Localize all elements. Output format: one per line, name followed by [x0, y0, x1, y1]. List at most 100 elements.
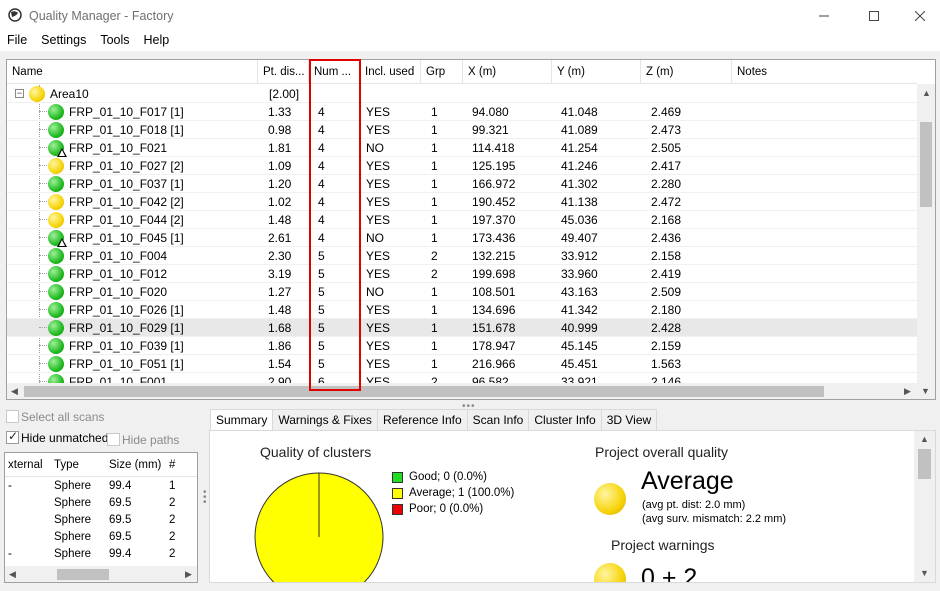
vertical-scrollbar[interactable]: ▲ ▼	[914, 431, 935, 582]
collapse-toggle[interactable]: −	[15, 89, 24, 98]
legend-average-swatch	[392, 488, 403, 499]
window-title: Quality Manager - Factory	[29, 9, 174, 23]
table-row[interactable]: FRP_01_10_F004 2.30 5 YES 2 132.215 33.912 2.15…	[7, 247, 917, 265]
target-ext-cell: -	[8, 548, 12, 560]
table-row[interactable]: FRP_01_10_F044 [2] 1.48 4 YES 1 197.370 45.036…	[7, 211, 917, 229]
table-row[interactable]: FRP_01_10_F026 [1] 1.48 5 YES 1 134.696 41.342…	[7, 301, 917, 319]
table-row[interactable]: FRP_01_10_F012 3.19 5 YES 2 199.698 33.960 2.41…	[7, 265, 917, 283]
table-body: − Area10 [2.00] FRP_01_10_F017 [1] 1.33 4 Y…	[7, 85, 917, 385]
table-row[interactable]: FRP_01_10_F017 [1] 1.33 4 YES 1 94.080 41.048 2…	[7, 103, 917, 121]
column-header-pt-dist[interactable]: Pt. dis...	[258, 60, 309, 84]
table-row[interactable]: FRP_01_10_F018 [1] 0.98 4 YES 1 99.321 41.089 2…	[7, 121, 917, 139]
column-header-type[interactable]: Type	[54, 459, 79, 471]
x-value: 190.452	[472, 195, 516, 209]
scan-name: FRP_01_10_F026 [1]	[69, 303, 184, 317]
incl-used-value: YES	[366, 321, 391, 335]
table-row[interactable]: FRP_01_10_F037 [1] 1.20 4 YES 1 166.972 41.302…	[7, 175, 917, 193]
column-header-grp[interactable]: Grp	[421, 60, 463, 84]
y-value: 41.138	[561, 195, 598, 209]
scan-name: FRP_01_10_F012	[69, 267, 168, 281]
z-value: 2.469	[651, 105, 682, 119]
scroll-left-icon[interactable]: ◀	[9, 569, 16, 580]
column-header-count[interactable]: #	[169, 459, 175, 471]
column-header-y[interactable]: Y (m)	[552, 60, 641, 84]
tab-cluster-info[interactable]: Cluster Info	[528, 409, 602, 430]
overall-quality-value: Average	[641, 467, 734, 495]
x-value: 134.696	[472, 303, 516, 317]
column-header-external[interactable]: xternal	[8, 459, 43, 471]
tab-warnings-fixes[interactable]: Warnings & Fixes	[272, 409, 378, 430]
menu-settings[interactable]: Settings	[34, 31, 93, 51]
grp-value: 2	[431, 249, 438, 263]
scroll-up-icon[interactable]: ▲	[920, 434, 929, 444]
table-row[interactable]: FRP_01_10_F042 [2] 1.02 4 YES 1 190.452 41.138…	[7, 193, 917, 211]
x-value: 199.698	[472, 267, 516, 281]
incl-used-value: YES	[366, 105, 391, 119]
legend-good-swatch	[392, 472, 403, 483]
clusters-pie-chart	[254, 472, 384, 582]
status-yellow-icon	[48, 194, 64, 210]
tab-scan-info[interactable]: Scan Info	[466, 409, 530, 430]
column-header-notes[interactable]: Notes	[732, 60, 917, 84]
tab-3d-view[interactable]: 3D View	[600, 409, 658, 430]
scroll-thumb[interactable]	[57, 569, 109, 580]
z-value: 2.472	[651, 195, 682, 209]
horizontal-scrollbar[interactable]: ◀ ▶	[5, 566, 197, 582]
table-row[interactable]: FRP_01_10_F029 [1] 1.68 5 YES 1 151.678 40.999…	[7, 319, 917, 337]
incl-used-value: NO	[366, 285, 384, 299]
target-n-cell: 1	[169, 480, 176, 492]
table-row[interactable]: FRP_01_10_F027 [2] 1.09 4 YES 1 125.195 41.246…	[7, 157, 917, 175]
status-green-icon	[48, 104, 64, 120]
scroll-up-icon[interactable]: ▲	[922, 88, 931, 98]
target-size-cell: 69.5	[109, 497, 132, 509]
table-row[interactable]: FRP_01_10_F051 [1] 1.54 5 YES 1 216.966 45.451…	[7, 355, 917, 373]
scroll-down-icon[interactable]: ▼	[920, 568, 929, 578]
scan-name: FRP_01_10_F018 [1]	[69, 123, 184, 137]
avg-pt-dist: (avg pt. dist: 2.0 mm)	[642, 499, 746, 511]
column-header-name[interactable]: Name	[7, 60, 258, 84]
scroll-left-icon[interactable]: ◀	[11, 386, 18, 397]
maximize-button[interactable]	[851, 0, 897, 31]
column-header-x[interactable]: X (m)	[463, 60, 552, 84]
horizontal-scrollbar[interactable]: ◀ ▶ ▼	[7, 383, 935, 399]
menu-file[interactable]: File	[0, 31, 34, 51]
table-row[interactable]: FRP_01_10_F020 1.27 5 NO 1 108.501 43.163 2.509	[7, 283, 917, 301]
group-row-area10[interactable]: − Area10 [2.00]	[7, 85, 917, 103]
tab-reference-info[interactable]: Reference Info	[376, 409, 468, 430]
scroll-thumb[interactable]	[24, 386, 824, 397]
z-value: 2.428	[651, 321, 682, 335]
scroll-thumb[interactable]	[918, 449, 931, 479]
menu-help[interactable]: Help	[137, 31, 177, 51]
menu-tools[interactable]: Tools	[93, 31, 136, 51]
scan-name: FRP_01_10_F045 [1]	[69, 231, 184, 245]
pt-dist-value: 0.98	[268, 123, 292, 137]
hide-paths-checkbox[interactable]	[107, 433, 120, 446]
target-type-cell: Sphere	[54, 480, 92, 492]
column-header-size[interactable]: Size (mm)	[109, 459, 161, 471]
vertical-scrollbar[interactable]: ▲	[917, 84, 935, 385]
vertical-splitter-grip[interactable]: • • •	[203, 488, 207, 508]
incl-used-value: NO	[366, 141, 384, 155]
scroll-right-icon[interactable]: ▶	[904, 386, 911, 397]
minimize-button[interactable]	[801, 0, 847, 31]
column-header-z[interactable]: Z (m)	[641, 60, 732, 84]
scroll-right-icon[interactable]: ▶	[185, 569, 192, 580]
incl-used-value: NO	[366, 231, 384, 245]
y-value: 41.342	[561, 303, 598, 317]
targets-table-header: xternal Type Size (mm) #	[5, 453, 197, 477]
column-header-incl-used[interactable]: Incl. used	[360, 60, 421, 84]
close-button[interactable]	[897, 0, 940, 31]
table-row[interactable]: FRP_01_10_F021 1.81 4 NO 1 114.418 41.254 2.505	[7, 139, 917, 157]
tab-summary[interactable]: Summary	[210, 409, 274, 431]
title-bar: Quality Manager - Factory	[0, 0, 940, 31]
select-all-scans-checkbox[interactable]	[6, 410, 19, 423]
target-n-cell: 2	[169, 497, 176, 509]
table-row[interactable]: FRP_01_10_F039 [1] 1.86 5 YES 1 178.947 45.145…	[7, 337, 917, 355]
table-row[interactable]: FRP_01_10_F045 [1] 2.61 4 NO 1 173.436 49.407 2…	[7, 229, 917, 247]
scroll-down-icon[interactable]: ▼	[921, 386, 930, 396]
maximize-icon	[869, 10, 879, 21]
target-type-cell: Sphere	[54, 548, 92, 560]
scroll-thumb[interactable]	[920, 122, 932, 207]
hide-unmatched-checkbox[interactable]	[6, 429, 19, 444]
y-value: 41.089	[561, 123, 598, 137]
